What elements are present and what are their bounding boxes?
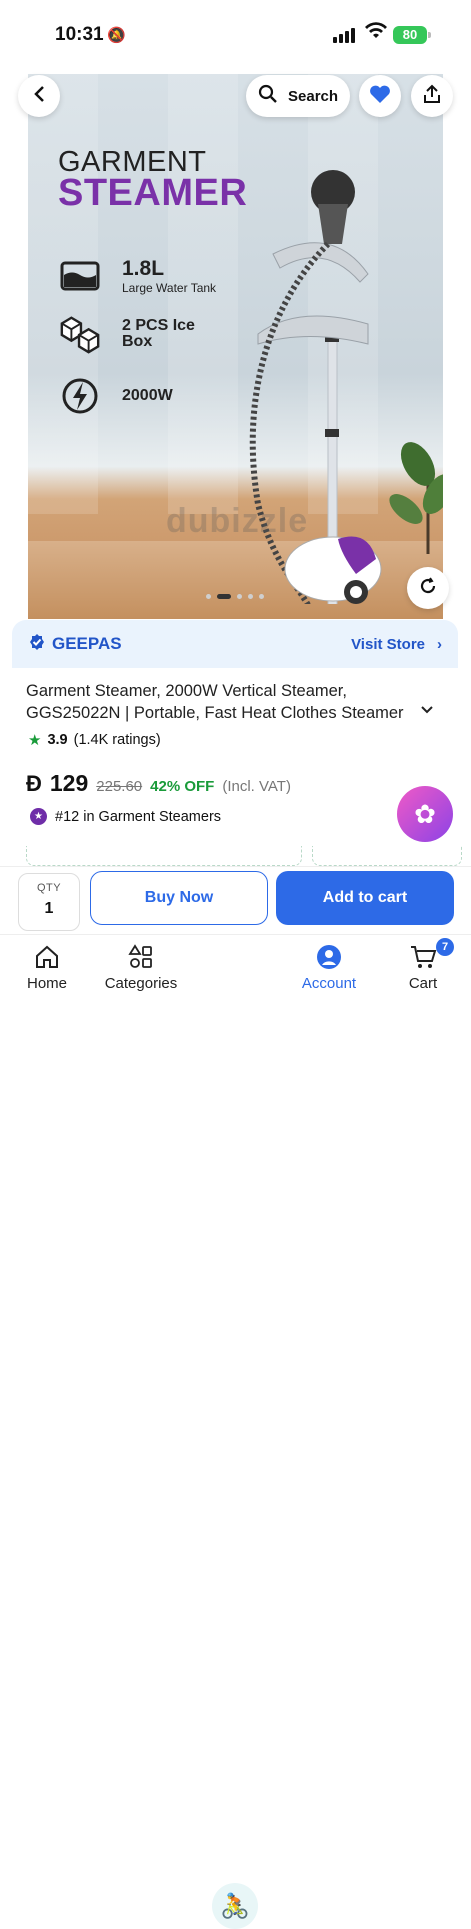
store-brand[interactable]: GEEPAS bbox=[28, 633, 122, 656]
store-brand-name: GEEPAS bbox=[52, 634, 122, 653]
feature-water-tank: 1.8L Large Water Tank bbox=[58, 254, 216, 298]
star-icon: ★ bbox=[28, 732, 42, 749]
quantity-selector[interactable]: QTY 1 bbox=[18, 873, 80, 931]
chevron-right-icon: › bbox=[437, 635, 442, 653]
silent-bell-icon: 🔕 bbox=[107, 27, 126, 44]
rating-row[interactable]: ★ 3.9 (1.4K ratings) bbox=[28, 731, 161, 749]
battery-indicator: 80 bbox=[393, 26, 431, 44]
tab-cart[interactable]: Cart bbox=[378, 943, 468, 992]
pager-dot[interactable] bbox=[248, 594, 253, 599]
tab-account-label: Account bbox=[301, 975, 357, 992]
product-image-carousel[interactable]: GARMENT STEAMER 1.8L Large Water Tank 2 … bbox=[28, 74, 443, 619]
search-label: Search bbox=[288, 87, 339, 105]
share-button[interactable] bbox=[411, 75, 453, 117]
rotate-icon bbox=[418, 576, 438, 601]
wifi-icon bbox=[365, 22, 387, 46]
home-icon bbox=[2, 943, 92, 971]
quantity-label: QTY bbox=[36, 882, 62, 894]
visit-store-label: Visit Store bbox=[351, 635, 425, 653]
price-row: Đ 129 225.60 42% OFF (Incl. VAT) bbox=[26, 770, 291, 797]
feature-tank-label: Large Water Tank bbox=[122, 281, 217, 295]
pager-dot[interactable] bbox=[259, 594, 264, 599]
account-icon bbox=[284, 943, 374, 971]
ice-cubes-icon bbox=[58, 312, 102, 356]
store-row: GEEPAS Visit Store › bbox=[12, 620, 458, 668]
visit-store-link[interactable]: Visit Store › bbox=[351, 636, 442, 653]
tab-account[interactable]: Account bbox=[284, 943, 374, 992]
verified-badge-icon bbox=[28, 633, 46, 656]
bottom-tab-bar: Home Categories 🚴 Account Cart bbox=[0, 934, 471, 1929]
tab-home-label: Home bbox=[26, 975, 67, 992]
cart-count-badge: 7 bbox=[436, 938, 454, 956]
quantity-value: 1 bbox=[44, 900, 54, 917]
cart-icon bbox=[378, 943, 468, 971]
status-bar: 10:31 🔕 80 bbox=[0, 0, 471, 70]
currency-symbol: Đ bbox=[26, 771, 42, 796]
product-title-line1: Garment Steamer, 2000W Vertical Steamer, bbox=[26, 682, 347, 700]
add-to-cart-button[interactable]: Add to cart bbox=[276, 871, 454, 925]
rating-value: 3.9 bbox=[47, 732, 68, 748]
product-title-line2: GGS25022N | Portable, Fast Heat Clothes … bbox=[26, 704, 404, 722]
categories-icon bbox=[96, 943, 186, 971]
pager-dot-active[interactable] bbox=[217, 594, 231, 599]
cell-signal-icon bbox=[333, 28, 355, 43]
tab-categories[interactable]: Categories bbox=[96, 943, 186, 992]
feature-power: 2000W bbox=[58, 374, 173, 418]
heart-icon bbox=[369, 84, 391, 109]
plant-decoration bbox=[389, 442, 443, 554]
discount-label: 42% OFF bbox=[150, 778, 215, 795]
feature-ice-line2: Box bbox=[122, 333, 153, 350]
vat-note: (Incl. VAT) bbox=[222, 778, 291, 795]
rank-label: #12 in Garment Steamers bbox=[55, 808, 222, 825]
share-icon bbox=[423, 84, 441, 109]
delivery-bike-button[interactable]: 🚴 bbox=[212, 1883, 258, 1929]
buy-now-button[interactable]: Buy Now bbox=[90, 871, 268, 925]
offer-card-1[interactable] bbox=[26, 846, 302, 866]
chevron-down-icon bbox=[420, 702, 434, 719]
offer-card-2[interactable] bbox=[312, 846, 462, 866]
assistant-flower-button[interactable]: ✿ bbox=[397, 786, 453, 842]
water-tank-icon bbox=[58, 254, 102, 298]
purchase-bar: QTY 1 Buy Now Add to cart bbox=[0, 866, 471, 934]
search-button[interactable]: Search bbox=[246, 75, 350, 117]
ratings-count: (1.4K ratings) bbox=[73, 732, 161, 748]
feature-ice-line1: 2 PCS Ice bbox=[122, 317, 195, 334]
rank-star-icon: ★ bbox=[30, 808, 47, 825]
back-button[interactable] bbox=[18, 75, 60, 117]
current-price: 129 bbox=[49, 770, 89, 796]
feature-tank-capacity: 1.8L bbox=[122, 257, 165, 280]
pager-dot[interactable] bbox=[206, 594, 211, 599]
flower-icon: ✿ bbox=[414, 798, 436, 829]
rotate-360-button[interactable] bbox=[407, 567, 449, 609]
dubizzle-watermark: dubizzle bbox=[166, 502, 309, 540]
tab-categories-label: Categories bbox=[104, 975, 178, 992]
bicycle-icon: 🚴 bbox=[220, 1892, 250, 1920]
expand-title-button[interactable] bbox=[420, 702, 434, 720]
original-price: 225.60 bbox=[96, 778, 143, 795]
tab-cart-label: Cart bbox=[408, 975, 438, 992]
chevron-left-icon bbox=[32, 85, 46, 108]
carousel-pager[interactable] bbox=[206, 594, 264, 599]
product-title: Garment Steamer, 2000W Vertical Steamer,… bbox=[26, 680, 416, 724]
bestseller-rank[interactable]: ★ #12 in Garment Steamers bbox=[30, 808, 221, 825]
wishlist-button[interactable] bbox=[359, 75, 401, 117]
feature-ice-box: 2 PCS Ice Box bbox=[58, 312, 195, 356]
tab-home[interactable]: Home bbox=[2, 943, 92, 992]
lightning-icon bbox=[58, 374, 102, 418]
search-icon bbox=[258, 84, 278, 108]
feature-power-value: 2000W bbox=[122, 387, 173, 404]
pager-dot[interactable] bbox=[237, 594, 242, 599]
status-time: 10:31 bbox=[55, 24, 104, 45]
